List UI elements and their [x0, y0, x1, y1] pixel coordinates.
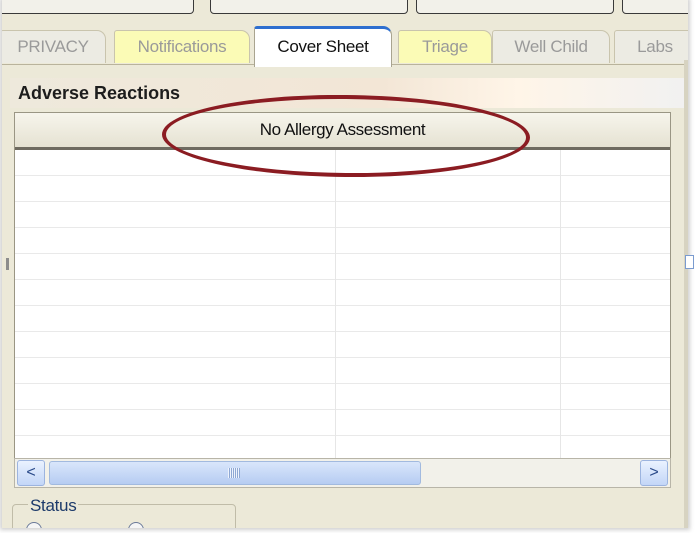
tab-notifications[interactable]: Notifications	[114, 30, 250, 63]
tab-label: Notifications	[137, 37, 227, 56]
chevron-left-icon: <	[26, 464, 36, 481]
tab-cover-sheet[interactable]: Cover Sheet	[254, 26, 392, 67]
splitter-handle-right[interactable]	[685, 255, 694, 269]
tab-label: Cover Sheet	[277, 37, 369, 56]
grid-row	[15, 227, 670, 228]
tab-strip: PRIVACY Notifications Cover Sheet Triage…	[2, 24, 688, 67]
splitter-handle[interactable]	[6, 258, 9, 270]
grid-row	[15, 305, 670, 306]
tab-labs[interactable]: Labs	[614, 30, 688, 63]
toolbar-button[interactable]	[2, 0, 194, 14]
tab-label: Triage	[422, 37, 468, 56]
column-divider	[560, 150, 561, 459]
scroll-left-button[interactable]: <	[17, 460, 45, 486]
tab-triage[interactable]: Triage	[398, 30, 492, 63]
grid-row	[15, 409, 670, 410]
toolbar-button[interactable]	[210, 0, 408, 14]
grid-row	[15, 383, 670, 384]
grid-row	[15, 435, 670, 436]
tab-label: Labs	[637, 37, 673, 56]
tab-privacy[interactable]: PRIVACY	[2, 30, 106, 63]
tab-well-child[interactable]: Well Child	[492, 30, 610, 63]
grid-row	[15, 357, 670, 358]
toolbar-button[interactable]	[416, 0, 614, 14]
grid-row	[15, 279, 670, 280]
app-window: PRIVACY Notifications Cover Sheet Triage…	[2, 0, 688, 528]
tab-label: PRIVACY	[17, 37, 89, 56]
scrollbar-thumb[interactable]	[49, 461, 421, 485]
grid-row	[15, 253, 670, 254]
grid-row	[15, 331, 670, 332]
toolbar-button[interactable]	[622, 0, 688, 14]
status-label: Status	[28, 496, 79, 516]
column-divider	[335, 150, 336, 459]
panel-title: Adverse Reactions	[18, 83, 181, 103]
panel-right-border	[684, 60, 688, 528]
tab-label: Well Child	[514, 37, 588, 56]
scroll-right-button[interactable]: >	[640, 460, 668, 486]
chevron-right-icon: >	[649, 464, 659, 481]
grid-row	[15, 201, 670, 202]
grip-icon	[228, 468, 240, 478]
horizontal-scrollbar[interactable]: < >	[14, 458, 671, 488]
